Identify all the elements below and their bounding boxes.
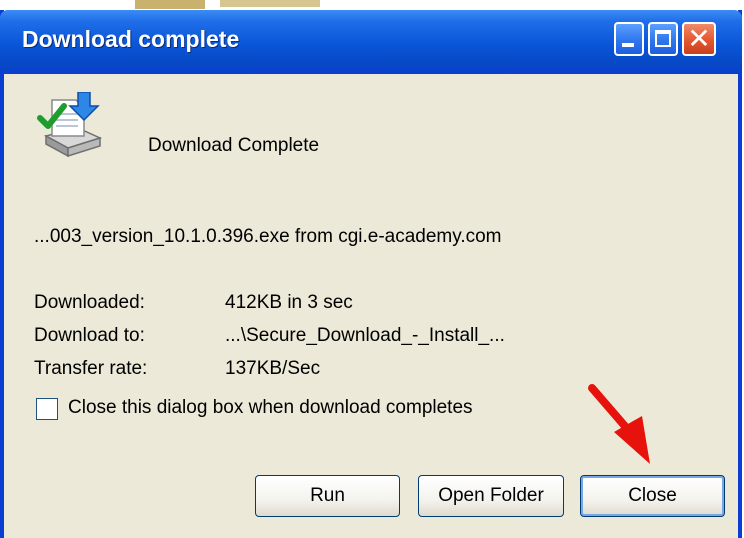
download-to-value: ...\Secure_Download_-_Install_... — [225, 325, 505, 346]
window-close-button[interactable]: ✕ — [682, 22, 716, 56]
close-when-complete-label[interactable]: Close this dialog box when download comp… — [68, 397, 473, 419]
close-when-complete-checkbox[interactable] — [36, 398, 58, 420]
close-icon: ✕ — [687, 22, 711, 55]
transfer-rate-value: 137KB/Sec — [225, 358, 321, 379]
red-arrow-annotation — [580, 380, 670, 475]
maximize-icon — [655, 30, 671, 47]
background-fragment — [135, 0, 205, 9]
download-complete-icon — [34, 91, 104, 162]
background-fragment — [220, 0, 320, 7]
download-to-label: Download to: — [34, 325, 145, 346]
minimize-icon — [622, 43, 634, 47]
download-complete-heading: Download Complete — [148, 135, 320, 156]
run-button[interactable]: Run — [255, 475, 400, 517]
window-title: Download complete — [22, 26, 240, 52]
file-source-text: ...003_version_10.1.0.396.exe from cgi.e… — [34, 226, 502, 247]
open-folder-button[interactable]: Open Folder — [418, 475, 564, 517]
minimize-button[interactable] — [614, 22, 644, 56]
maximize-button[interactable] — [648, 22, 678, 56]
title-bar[interactable]: Download complete ✕ — [0, 10, 742, 74]
downloaded-value: 412KB in 3 sec — [225, 292, 353, 313]
transfer-rate-label: Transfer rate: — [34, 358, 148, 379]
close-button[interactable]: Close — [580, 475, 725, 517]
downloaded-label: Downloaded: — [34, 292, 145, 313]
